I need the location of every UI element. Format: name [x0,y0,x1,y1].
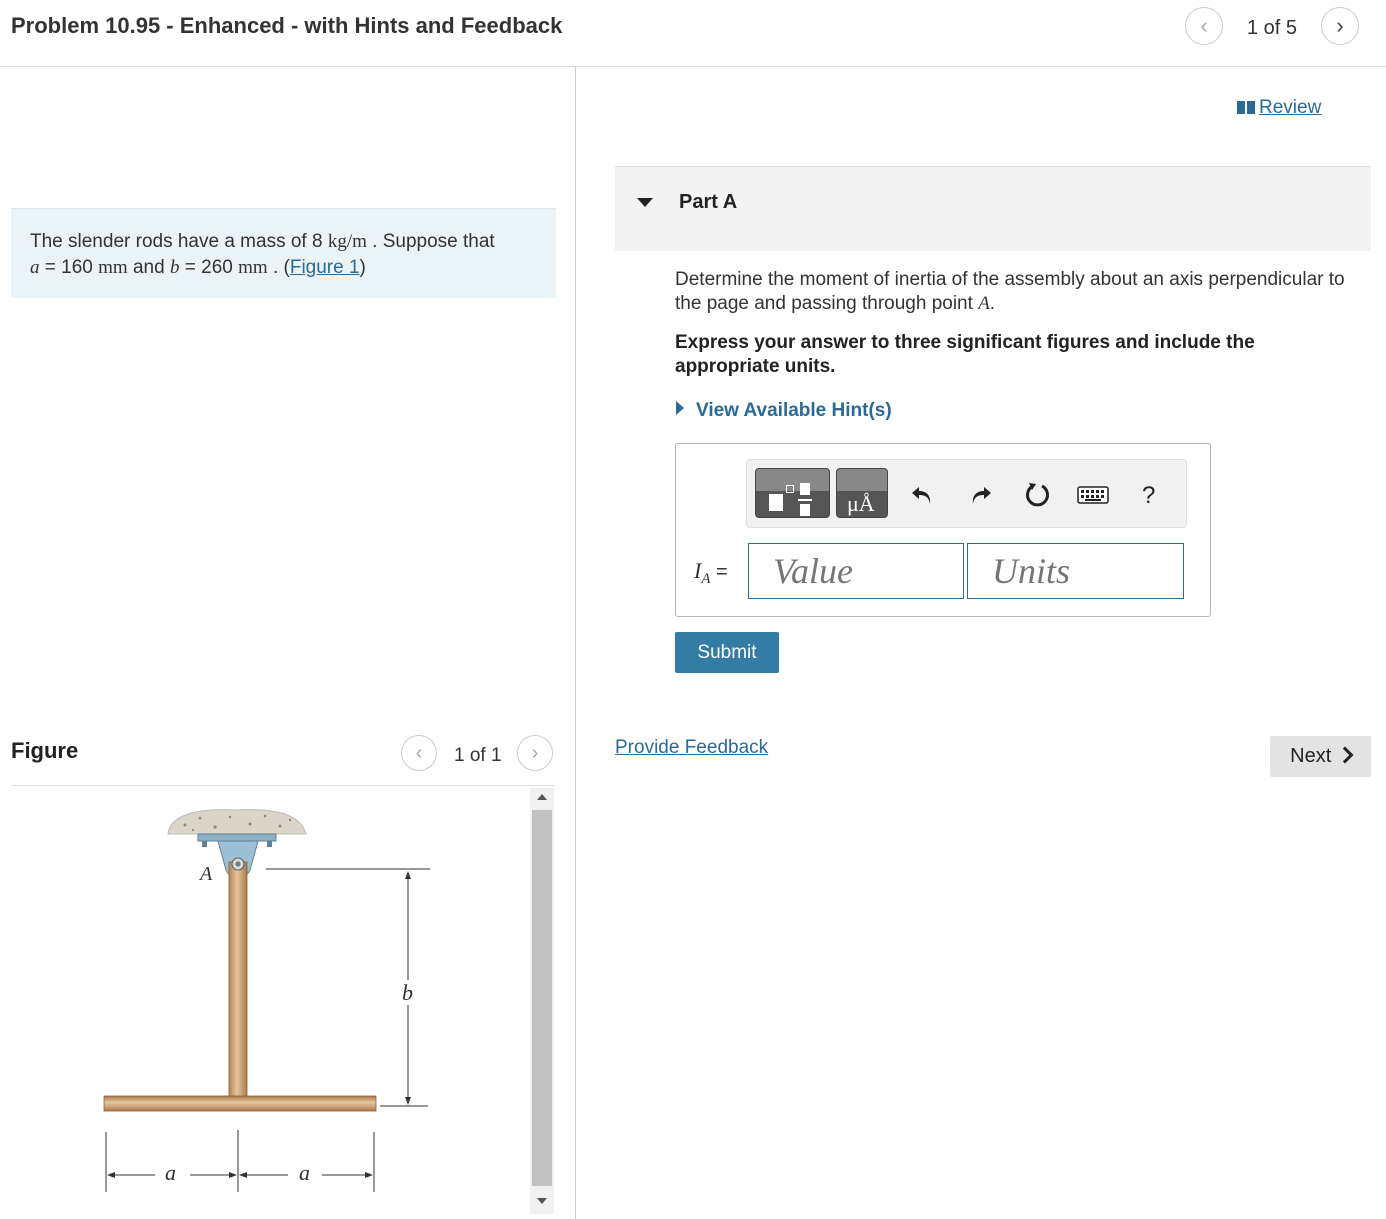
ceiling-support [167,809,307,835]
help-button[interactable]: ? [1142,482,1155,510]
next-label: Next [1290,745,1332,767]
var-i-sub: A [701,571,711,587]
problem-text-1: The slender rods have a mass of 8 [30,231,328,252]
eq-b: = 260 [179,257,239,278]
review-link[interactable]: Review [1237,97,1321,119]
instruction-text: Express your answer to three significant… [675,332,1255,377]
prev-problem-button[interactable]: ‹ [1185,7,1223,45]
label-b: b [402,980,413,1005]
scroll-down-arrow-icon[interactable] [537,1198,547,1204]
eq-a: = 160 [39,257,99,278]
question-var: A [978,293,990,314]
math-toolbar: μÅ ? [746,459,1187,528]
answer-box: μÅ ? IA = [675,443,1211,617]
question-text: Determine the moment of inertia of the a… [675,268,1375,316]
figure-divider [11,785,554,786]
pin-base-plate [197,833,277,842]
part-a-header[interactable]: Part A [615,166,1371,251]
figure-title: Figure [11,738,79,763]
problem-text-2: . Suppose that [366,231,495,252]
chevron-left-icon: ‹ [415,742,423,764]
undo-icon[interactable] [907,480,937,510]
figure-link[interactable]: Figure 1 [290,257,360,278]
keyboard-icon[interactable] [1077,480,1109,510]
hints-label: View Available Hint(s) [696,400,892,421]
chevron-right-icon [1336,746,1354,764]
label-a-left: a [165,1160,176,1185]
figure-pager: 1 of 1 [454,745,502,766]
scroll-up-arrow-icon[interactable] [537,794,547,800]
problem-title: Problem 10.95 - Enhanced - with Hints an… [11,13,563,38]
review-label: Review [1259,97,1322,118]
collapse-triangle-icon [637,198,653,207]
value-input[interactable] [748,543,964,599]
text-and: and [127,257,170,278]
scrollbar-thumb[interactable] [532,810,552,1186]
label-a-right: a [299,1160,310,1185]
text-end: . ( [267,257,290,278]
vertical-rod [228,861,248,1103]
templates-button[interactable] [755,468,830,518]
question-body: Determine the moment of inertia of the a… [675,269,1345,314]
mass-unit: kg/m [327,231,367,252]
units-icon: μÅ [847,491,875,516]
chevron-left-icon: ‹ [1200,13,1208,38]
submit-button[interactable]: Submit [675,632,779,673]
header-divider [0,66,1386,67]
hints-toggle[interactable]: View Available Hint(s) [676,400,892,422]
equals-sign: = [710,561,728,583]
answer-variable-label: IA = [694,558,728,588]
part-a-label: Part A [679,191,738,213]
panel-divider [575,67,576,1219]
var-a: a [30,257,40,278]
figure-scrollbar[interactable] [530,788,554,1214]
problem-pager: 1 of 5 [1247,17,1298,39]
caret-right-icon [676,401,684,415]
problem-statement: The slender rods have a mass of 8 kg/m .… [11,208,556,298]
chevron-right-icon: › [531,742,539,764]
label-a-point: A [198,863,213,885]
reset-icon[interactable] [1022,480,1052,510]
units-picker-button[interactable]: μÅ [836,468,888,518]
figure-next-button[interactable]: › [517,735,553,771]
redo-icon[interactable] [966,480,996,510]
figure-prev-button[interactable]: ‹ [401,735,437,771]
provide-feedback-link[interactable]: Provide Feedback [615,737,768,759]
unit-b: mm [238,257,268,278]
unit-a: mm [98,257,128,278]
book-icon [1237,101,1255,114]
next-button[interactable]: Next [1270,736,1371,777]
chevron-right-icon: › [1336,13,1344,38]
units-input[interactable] [967,543,1184,599]
horizontal-rod [103,1095,377,1112]
close-paren: ) [359,257,366,278]
figure-image: A b a a [103,809,430,1192]
next-problem-button[interactable]: › [1321,7,1359,45]
question-end: . [989,293,996,314]
templates-icon [769,494,783,511]
